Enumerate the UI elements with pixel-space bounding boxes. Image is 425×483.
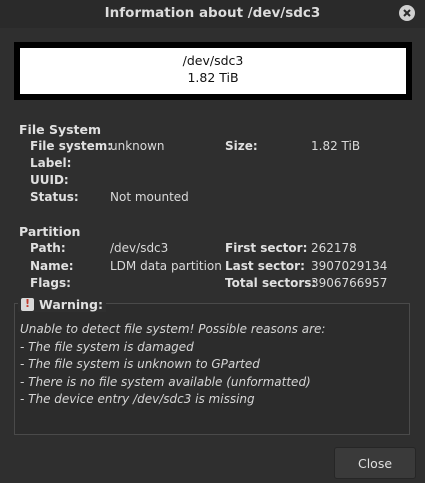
filesystem-section-title: File System xyxy=(19,122,102,137)
filesystem-value: unknown xyxy=(110,139,165,153)
warning-message: Unable to detect file system! Possible r… xyxy=(20,321,325,409)
status-label: Status: xyxy=(30,190,79,204)
size-label: Size: xyxy=(225,139,258,153)
name-value: LDM data partition xyxy=(110,259,222,273)
warning-line: Unable to detect file system! Possible r… xyxy=(20,322,326,336)
total-sectors-label: Total sectors: xyxy=(225,276,317,290)
first-sector-label: First sector: xyxy=(225,241,308,255)
total-sectors-value: 3906766957 xyxy=(311,276,388,290)
last-sector-value: 3907029134 xyxy=(311,259,388,273)
uuid-label: UUID: xyxy=(30,173,69,187)
fs-label-label: Label: xyxy=(30,156,72,170)
status-value: Not mounted xyxy=(110,190,189,204)
partition-section-title: Partition xyxy=(19,224,81,239)
warning-line: - The device entry /dev/sdc3 is missing xyxy=(20,392,255,406)
flags-label: Flags: xyxy=(30,276,71,290)
warning-line: - The file system is unknown to GParted xyxy=(20,357,260,371)
close-button[interactable]: Close xyxy=(334,447,416,479)
device-size: 1.82 TiB xyxy=(187,70,239,85)
warning-label: Warning: xyxy=(39,297,103,312)
size-value: 1.82 TiB xyxy=(311,139,361,153)
path-value: /dev/sdc3 xyxy=(110,241,169,255)
close-window-icon[interactable] xyxy=(399,5,415,21)
title-bar: Information about /dev/sdc3 xyxy=(0,0,425,28)
name-label: Name: xyxy=(30,259,74,273)
device-graphic-label: /dev/sdc3 1.82 TiB xyxy=(20,48,406,94)
window-title: Information about /dev/sdc3 xyxy=(104,5,321,21)
device-path: /dev/sdc3 xyxy=(182,53,244,68)
warning-icon: ! xyxy=(21,297,34,311)
filesystem-label: File system: xyxy=(30,139,113,153)
warning-line: - The file system is damaged xyxy=(20,339,194,354)
warning-header: ! Warning: xyxy=(18,297,106,312)
device-graphic: /dev/sdc3 1.82 TiB xyxy=(14,42,412,100)
first-sector-value: 262178 xyxy=(311,241,357,255)
warning-line: - There is no file system available (unf… xyxy=(20,374,311,389)
path-label: Path: xyxy=(30,241,66,255)
last-sector-label: Last sector: xyxy=(225,259,305,273)
